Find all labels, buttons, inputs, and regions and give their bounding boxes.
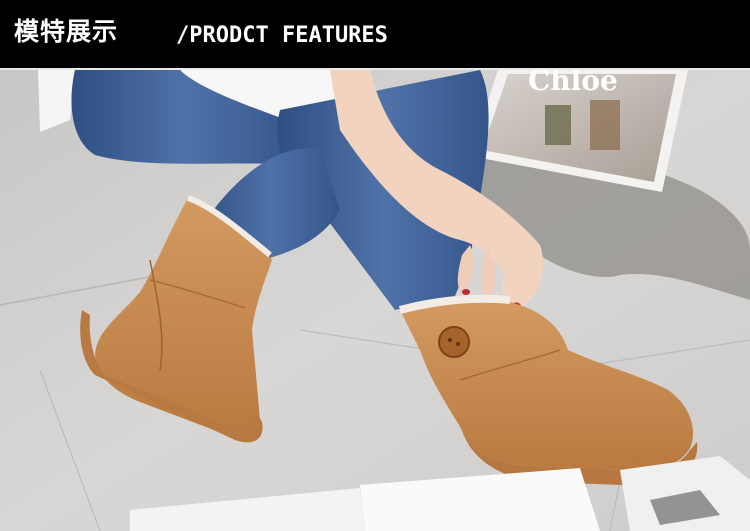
- product-detail-panel: 模特展示 /PRODCT FEATURES Chloe: [0, 0, 750, 531]
- section-title-english: /PRODCT FEATURES: [176, 23, 388, 48]
- section-header: 模特展示 /PRODCT FEATURES: [0, 0, 750, 68]
- boot-button: [438, 326, 470, 358]
- model-photo: Chloe: [0, 70, 750, 531]
- section-title-chinese: 模特展示: [14, 17, 119, 46]
- model-photo-illustration: Chloe: [0, 70, 750, 531]
- magazine-logo-text: Chloe: [528, 70, 618, 97]
